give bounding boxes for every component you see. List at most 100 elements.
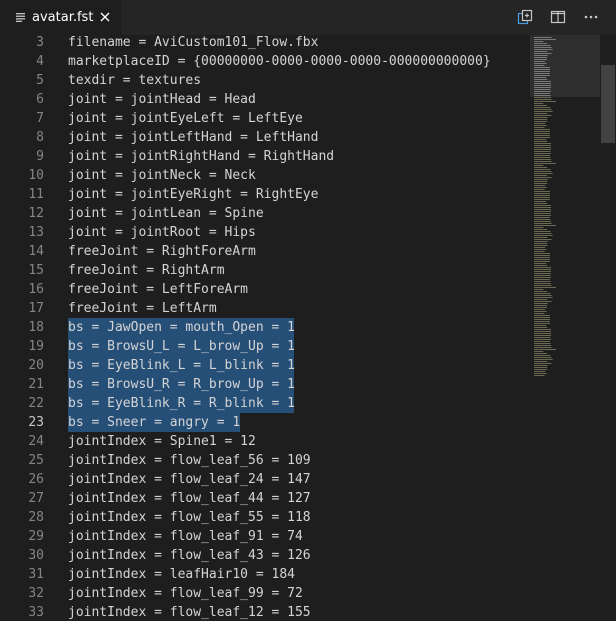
code-line[interactable]: 26 jointIndex = flow_leaf_24 = 147 [0, 470, 530, 489]
minimap-line [534, 311, 547, 312]
code-line[interactable]: 19 bs = BrowsU_L = L_brow_Up = 1 [0, 337, 530, 356]
code-line[interactable]: 11 joint = jointEyeRight = RightEye [0, 185, 530, 204]
minimap-line [534, 189, 545, 190]
minimap-line [534, 277, 552, 278]
code-line[interactable]: 24 jointIndex = Spine1 = 12 [0, 432, 530, 451]
minimap-line [534, 99, 552, 100]
minimap-line [534, 201, 547, 202]
code-line[interactable]: 7 joint = jointEyeLeft = LeftEye [0, 109, 530, 128]
code-line[interactable]: 16 freeJoint = LeftForeArm [0, 280, 530, 299]
minimap-line [534, 77, 547, 78]
code-line[interactable]: 8 joint = jointLeftHand = LeftHand [0, 128, 530, 147]
minimap-line [534, 283, 552, 284]
minimap-line [534, 293, 551, 294]
minimap-line [534, 105, 548, 106]
tab-avatar-fst[interactable]: avatar.fst [0, 0, 121, 35]
line-number: 29 [28, 529, 44, 544]
minimap-line [534, 55, 548, 56]
minimap-line [534, 51, 548, 52]
line-number: 25 [28, 453, 44, 468]
minimap-line [534, 157, 551, 158]
minimap-line [534, 185, 545, 186]
minimap-line [534, 279, 550, 280]
code-line[interactable]: 33 jointIndex = flow_leaf_12 = 155 [0, 603, 530, 621]
minimap-line [534, 341, 550, 342]
minimap-line [534, 337, 551, 338]
lines-file-icon [16, 13, 25, 22]
minimap-line [534, 135, 550, 136]
minimap-line [534, 175, 548, 176]
code-text: joint = jointNeck = Neck [68, 168, 256, 183]
minimap-line [534, 375, 545, 376]
code-line[interactable]: 13 joint = jointRoot = Hips [0, 223, 530, 242]
code-line[interactable]: 31 jointIndex = leafHair10 = 184 [0, 565, 530, 584]
split-editor-icon[interactable] [550, 9, 566, 25]
close-icon[interactable] [99, 11, 111, 23]
code-line[interactable]: 9 joint = jointRightHand = RightHand [0, 147, 530, 166]
minimap-line [534, 37, 552, 38]
line-number: 15 [28, 263, 44, 278]
more-actions-icon[interactable] [583, 9, 599, 25]
scrollbar-thumb[interactable] [601, 65, 615, 143]
code-text: freeJoint = LeftArm [68, 301, 217, 316]
minimap-line [534, 169, 551, 170]
code-line[interactable]: 17 freeJoint = LeftArm [0, 299, 530, 318]
code-line[interactable]: 23 bs = Sneer = angry = 1 [0, 413, 530, 432]
minimap-line [534, 287, 556, 288]
minimap-line [534, 127, 545, 128]
code-text: freeJoint = RightForeArm [68, 244, 256, 259]
code-line[interactable]: 3 filename = AviCustom101_Flow.fbx [0, 35, 530, 52]
code-line[interactable]: 21 bs = BrowsU_R = R_brow_Up = 1 [0, 375, 530, 394]
code-text: jointIndex = leafHair10 = 184 [68, 567, 295, 582]
minimap-line [534, 97, 552, 98]
code-line[interactable]: 18 bs = JawOpen = mouth_Open = 1 [0, 318, 530, 337]
minimap-line [534, 205, 552, 206]
minimap-line [534, 43, 548, 44]
minimap[interactable] [530, 35, 600, 621]
minimap-line [534, 325, 547, 326]
code-text: jointIndex = flow_leaf_43 = 126 [68, 548, 311, 563]
minimap-line [534, 229, 548, 230]
minimap-line [534, 215, 552, 216]
code-line[interactable]: 22 bs = EyeBlink_R = R_blink = 1 [0, 394, 530, 413]
minimap-line [534, 139, 547, 140]
minimap-line [534, 57, 548, 58]
code-line[interactable]: 30 jointIndex = flow_leaf_43 = 126 [0, 546, 530, 565]
minimap-line [534, 363, 552, 364]
code-line[interactable]: 12 joint = jointLean = Spine [0, 204, 530, 223]
minimap-line [534, 63, 547, 64]
code-line[interactable]: 15 freeJoint = RightArm [0, 261, 530, 280]
code-text: joint = jointLean = Spine [68, 206, 264, 221]
line-number: 33 [28, 605, 44, 620]
code-line[interactable]: 29 jointIndex = flow_leaf_91 = 74 [0, 527, 530, 546]
minimap-line [534, 123, 545, 124]
code-line[interactable]: 28 jointIndex = flow_leaf_55 = 118 [0, 508, 530, 527]
code-line[interactable]: 14 freeJoint = RightForeArm [0, 242, 530, 261]
editor-area[interactable]: 3 filename = AviCustom101_Flow.fbx 4 market… [0, 35, 616, 621]
open-changes-icon[interactable] [517, 9, 533, 25]
minimap-line [534, 87, 552, 88]
minimap-line [534, 197, 550, 198]
code-line[interactable]: 5 texdir = textures [0, 71, 530, 90]
minimap-line [534, 71, 550, 72]
minimap-line [534, 39, 556, 40]
minimap-line [534, 333, 552, 334]
minimap-line [534, 133, 550, 134]
minimap-line [534, 275, 551, 276]
code-line[interactable]: 4 marketplaceID = {00000000-0000-0000-000… [0, 52, 530, 71]
minimap-line [534, 315, 550, 316]
code-text: jointIndex = flow_leaf_56 = 109 [68, 453, 311, 468]
code-text: joint = jointEyeLeft = LeftEye [68, 111, 303, 126]
line-number: 31 [28, 567, 44, 582]
code-line[interactable]: 27 jointIndex = flow_leaf_44 = 127 [0, 489, 530, 508]
minimap-line [534, 299, 548, 300]
line-number: 7 [36, 111, 44, 126]
code-line[interactable]: 25 jointIndex = flow_leaf_56 = 109 [0, 451, 530, 470]
line-number: 24 [28, 434, 44, 449]
minimap-line [534, 327, 548, 328]
line-number: 28 [28, 510, 44, 525]
code-line[interactable]: 6 joint = jointHead = Head [0, 90, 530, 109]
code-line[interactable]: 32 jointIndex = flow_leaf_99 = 72 [0, 584, 530, 603]
code-line[interactable]: 10 joint = jointNeck = Neck [0, 166, 530, 185]
code-line[interactable]: 20 bs = EyeBlink_L = L_blink = 1 [0, 356, 530, 375]
